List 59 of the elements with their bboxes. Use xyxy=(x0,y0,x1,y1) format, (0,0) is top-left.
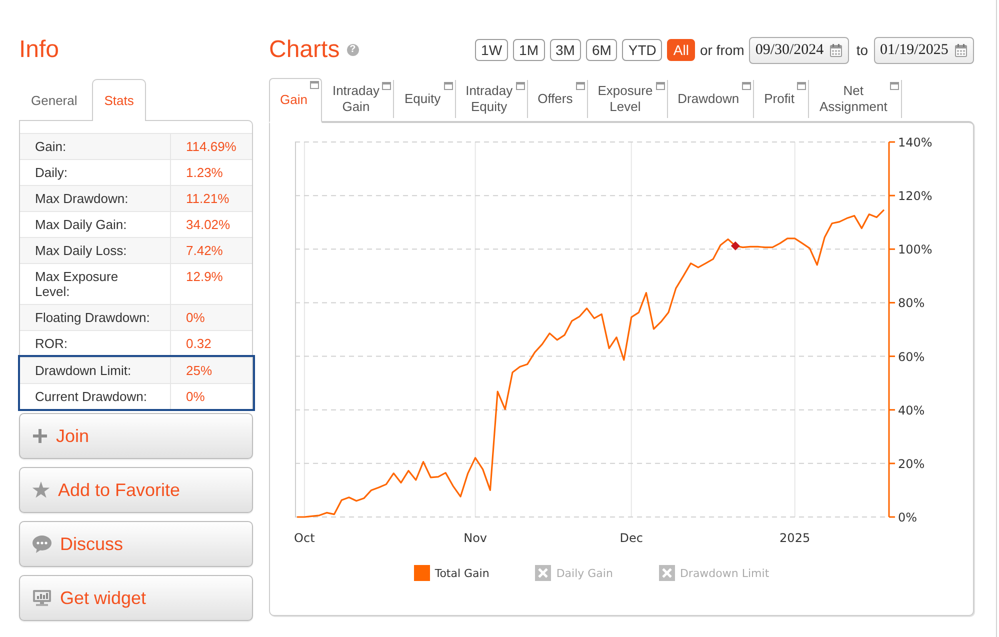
window-icon[interactable] xyxy=(382,82,392,90)
window-icon[interactable] xyxy=(310,81,320,89)
stat-value: 25% xyxy=(171,358,252,383)
stat-label: Max Daily Loss: xyxy=(20,238,171,263)
diamond-marker-icon xyxy=(730,241,740,250)
range-button[interactable]: YTD xyxy=(622,39,662,61)
axis-label: Dec xyxy=(620,531,643,545)
axis-label: Oct xyxy=(294,531,315,545)
window-icon[interactable] xyxy=(742,82,752,90)
window-icon[interactable] xyxy=(516,82,525,90)
monitor-icon xyxy=(32,589,52,607)
tab[interactable]: Equity xyxy=(394,80,456,118)
legend-item[interactable]: Total Gain xyxy=(414,565,490,581)
tab[interactable]: General xyxy=(19,79,90,120)
charts-heading: Charts xyxy=(269,36,340,64)
axis-label: 60% xyxy=(898,350,925,364)
calendar-icon[interactable] xyxy=(830,44,842,56)
tab[interactable]: Drawdown xyxy=(668,80,754,118)
axis-label: 100% xyxy=(898,242,932,257)
tab[interactable]: Intraday Gain xyxy=(322,80,394,118)
stat-label: Gain: xyxy=(20,134,171,159)
axis-label: Nov xyxy=(464,531,488,545)
stat-value: 0% xyxy=(171,305,252,330)
from-label: or from xyxy=(700,42,744,58)
axis-label: 80% xyxy=(898,296,925,310)
tab[interactable]: Profit xyxy=(754,80,810,118)
date-field[interactable]: 09/30/2024 xyxy=(749,36,850,64)
axis-label: 20% xyxy=(898,456,925,471)
calendar-icon[interactable] xyxy=(955,44,967,56)
window-icon[interactable] xyxy=(797,82,806,90)
range-button[interactable]: 1W xyxy=(475,39,508,61)
to-label: to xyxy=(856,42,868,58)
tab[interactable]: Intraday Equity xyxy=(456,80,528,118)
stat-value: 114.69% xyxy=(171,134,252,159)
date-field[interactable]: 01/19/2025 xyxy=(874,36,974,64)
speech-bubble-icon xyxy=(32,535,52,553)
window-icon[interactable] xyxy=(576,82,585,90)
range-button[interactable]: 3M xyxy=(550,39,581,61)
tab[interactable]: Net Assignment xyxy=(809,80,902,118)
info-heading: Info xyxy=(19,36,60,64)
axis-label: 0% xyxy=(898,510,918,524)
axis-label: 140% xyxy=(898,136,932,150)
range-button[interactable]: 1M xyxy=(513,39,544,61)
axis-label: 120% xyxy=(898,189,932,204)
range-button[interactable]: 6M xyxy=(586,39,618,61)
plus-icon xyxy=(32,428,48,444)
tab[interactable]: Exposure Level xyxy=(588,80,668,118)
stat-value: 7.42% xyxy=(171,238,252,263)
stat-label: Max Drawdown: xyxy=(20,186,171,211)
window-icon[interactable] xyxy=(444,82,453,90)
axis-label: 40% xyxy=(898,403,925,418)
star-icon xyxy=(32,481,50,499)
stat-value: 11.21% xyxy=(171,186,252,211)
stat-label: Floating Drawdown: xyxy=(20,305,171,330)
tab[interactable]: Offers xyxy=(528,80,588,118)
stat-label: Drawdown Limit: xyxy=(20,358,171,383)
window-icon[interactable] xyxy=(656,82,665,90)
axis-label: 2025 xyxy=(780,531,810,545)
window-icon[interactable] xyxy=(890,82,900,90)
